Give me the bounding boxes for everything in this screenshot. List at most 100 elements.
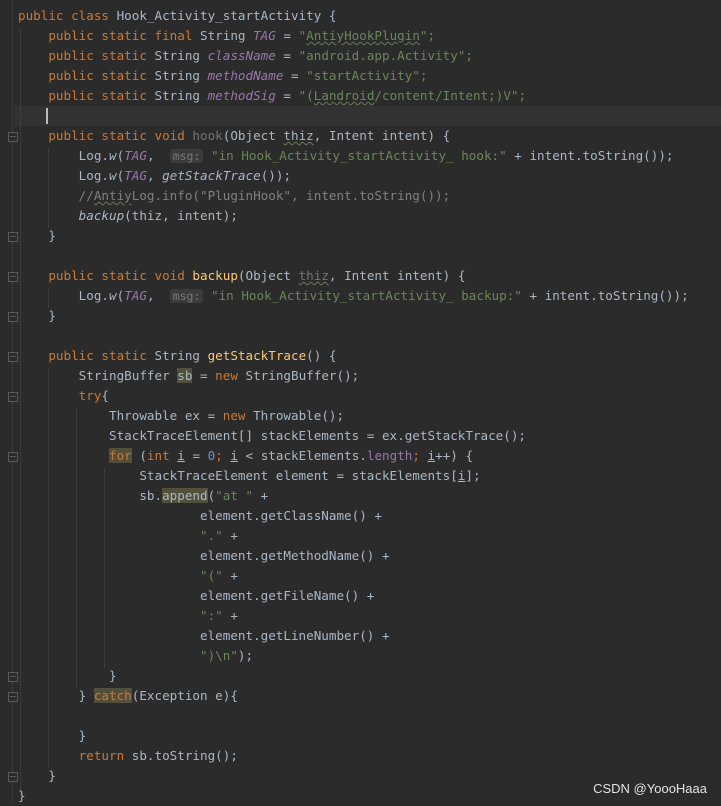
token: } [78,728,87,743]
fold-icon[interactable] [8,672,18,682]
token: ( [131,448,147,463]
fold-icon[interactable] [8,452,18,462]
fold-icon[interactable] [8,352,18,362]
token: // [78,188,94,203]
token: "." [199,528,223,543]
code-line: element.getLineNumber() + [18,626,390,646]
code-line: Throwable ex = new Throwable(); [18,406,344,426]
code-line: sb.append("at " + [18,486,268,506]
token: + intent.toString()); [506,148,674,163]
token: ); [237,648,254,663]
fold-icon[interactable] [8,272,18,282]
token: "in Hook_Activity_startActivity_ backup:… [211,288,522,303]
token: length [366,448,413,463]
token: String [200,28,254,43]
token: String [154,88,208,103]
code-line: element.getMethodName() + [18,546,390,566]
token: + [222,568,238,583]
token: ]; [465,468,481,483]
token: Landroid [313,88,375,103]
code-line: Log.w(TAG, msg: "in Hook_Activity_startA… [18,286,689,306]
token: methodName [207,68,284,83]
token: + [222,608,238,623]
code-line: public static String className = "androi… [18,46,473,66]
text-caret [46,108,48,124]
token: Log.info("PluginHook", intent.toString()… [131,188,451,203]
token: ; [412,448,428,463]
token: thiz [298,268,329,283]
token: i [427,448,436,463]
code-line: } [18,306,56,326]
fold-icon[interactable] [8,772,18,782]
fold-icon[interactable] [8,392,18,402]
token: StringBuffer(); [245,368,360,383]
token: public static [48,348,155,363]
token: = [275,48,299,63]
code-editor[interactable]: public class Hook_Activity_startActivity… [0,0,721,804]
token: public static void [48,268,193,283]
token: backup [78,208,125,223]
token: w [109,288,117,303]
token: element.getFileName() + [199,588,375,603]
token: backup [192,268,238,283]
token: "(" [199,568,223,583]
token: hook [192,128,223,143]
token: StringBuffer [78,368,178,383]
code-line: "." + [18,526,238,546]
token: + intent.toString()); [521,288,689,303]
token: (Exception e){ [131,688,238,703]
code-line: //AntiyLog.info("PluginHook", intent.toS… [18,186,451,206]
token: "in Hook_Activity_startActivity_ hook:" [211,148,507,163]
current-line-highlight [14,106,721,126]
token: public static void [48,128,193,143]
code-line: } [18,666,117,686]
token: + [253,488,269,503]
code-line: } [18,726,87,746]
code-line: "(" + [18,566,238,586]
token: "android.app.Activity"; [298,48,473,63]
code-line: public static String getStackTrace() { [18,346,337,366]
token: public static [48,68,155,83]
fold-icon[interactable] [8,312,18,322]
token: Log. [78,148,110,163]
token: = [275,88,299,103]
code-line: StackTraceElement element = stackElement… [18,466,481,486]
token: element.getClassName() + [199,508,382,523]
token: new [222,408,254,423]
token: = [192,368,216,383]
fold-icon[interactable] [8,692,18,702]
token: ")\n" [199,648,238,663]
token: "; [419,28,436,43]
token: Log. [78,288,110,303]
token: sb.toString(); [131,748,238,763]
token: sb. [139,488,163,503]
token: TAG [253,28,276,43]
token: append [162,488,208,503]
fold-icon[interactable] [8,132,18,142]
token: < stackElements. [237,448,367,463]
param-hint: msg: [169,289,204,303]
token: for [109,448,132,463]
token: { [101,388,110,403]
token: } [48,308,56,323]
fold-icon[interactable] [8,232,18,242]
token: } [78,688,94,703]
token: try [78,388,102,403]
code-line: StringBuffer sb = new StringBuffer(); [18,366,359,386]
code-line: StackTraceElement[] stackElements = ex.g… [18,426,526,446]
token: StackTraceElement element = stackElement… [139,468,458,483]
code-line: try{ [18,386,109,406]
code-line: Log.w(TAG, msg: "in Hook_Activity_startA… [18,146,674,166]
token: () { [306,348,337,363]
token: getStackTrace [162,168,261,183]
code-line: public static void hook(Object thiz, Int… [18,126,450,146]
token: (thiz, intent); [124,208,238,223]
token: } [48,768,56,783]
code-line: return sb.toString(); [18,746,238,766]
token: sb [177,368,193,383]
token: , Intent intent) { [328,268,466,283]
token: TAG [124,148,147,163]
token: , [146,288,170,303]
token: = [283,68,307,83]
token: public static [48,48,155,63]
